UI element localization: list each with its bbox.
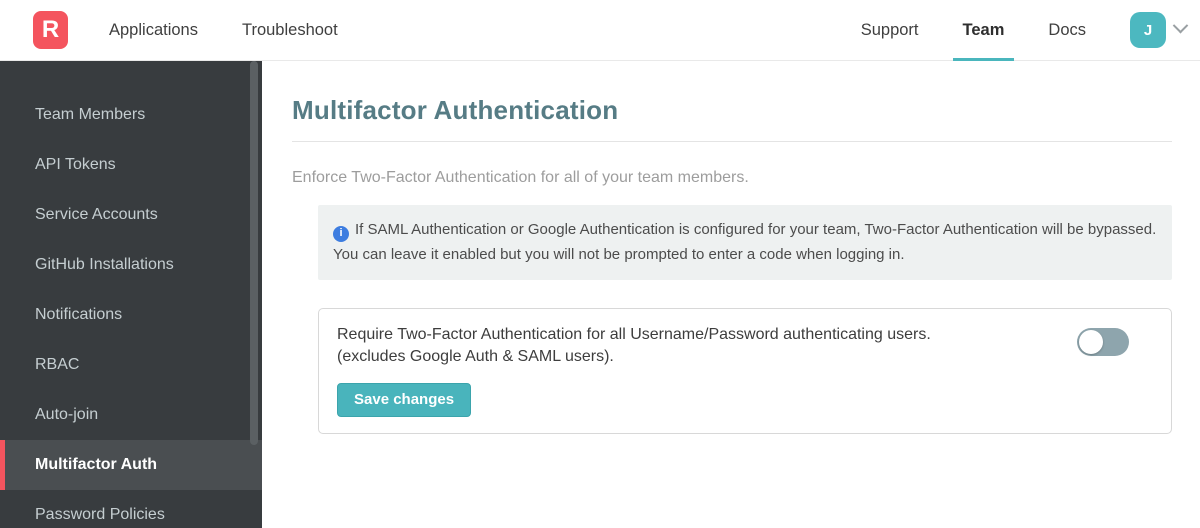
sidebar-item-notifications[interactable]: Notifications xyxy=(0,290,262,340)
nav-item-support[interactable]: Support xyxy=(861,0,919,61)
toggle-knob xyxy=(1079,330,1103,354)
save-changes-button[interactable]: Save changes xyxy=(337,383,472,417)
setting-label-line2: (excludes Google Auth & SAML users). xyxy=(337,348,614,365)
sidebar-item-rbac[interactable]: RBAC xyxy=(0,340,262,390)
page-description: Enforce Two-Factor Authentication for al… xyxy=(292,169,749,186)
team-settings-sidebar: Team Members API Tokens Service Accounts… xyxy=(0,61,262,528)
nav-item-team[interactable]: Team xyxy=(952,0,1015,61)
navbar-right: Support Team Docs J xyxy=(861,0,1200,61)
info-note-text: If SAML Authentication or Google Authent… xyxy=(333,221,1157,263)
sidebar-scrollbar[interactable] xyxy=(250,61,258,445)
two-factor-setting-label: Require Two-Factor Authentication for al… xyxy=(337,324,1153,368)
rollbar-logo-icon[interactable]: R xyxy=(33,11,68,49)
sidebar-item-auto-join[interactable]: Auto-join xyxy=(0,390,262,440)
navbar-left: R Applications Troubleshoot xyxy=(0,0,382,60)
nav-item-troubleshoot[interactable]: Troubleshoot xyxy=(242,0,338,61)
sidebar-item-api-tokens[interactable]: API Tokens xyxy=(0,140,262,190)
nav-item-applications[interactable]: Applications xyxy=(109,0,198,61)
sidebar-item-service-accounts[interactable]: Service Accounts xyxy=(0,190,262,240)
nav-item-docs[interactable]: Docs xyxy=(1048,0,1086,61)
saml-bypass-info-note: i If SAML Authentication or Google Authen… xyxy=(318,205,1172,280)
chevron-down-icon[interactable] xyxy=(1172,17,1189,33)
info-icon: i xyxy=(333,225,349,242)
sidebar-item-multifactor-auth[interactable]: Multifactor Auth xyxy=(0,440,262,490)
two-factor-setting-card: Require Two-Factor Authentication for al… xyxy=(318,308,1172,434)
app-window: R Applications Troubleshoot Support Team… xyxy=(0,0,1200,528)
sidebar-item-team-members[interactable]: Team Members xyxy=(0,90,262,140)
two-factor-toggle[interactable] xyxy=(1077,328,1129,356)
user-avatar[interactable]: J xyxy=(1130,12,1166,48)
setting-label-line1: Require Two-Factor Authentication for al… xyxy=(337,326,931,343)
sidebar-item-password-policies[interactable]: Password Policies xyxy=(0,490,262,528)
title-divider xyxy=(292,141,1172,142)
main-content: Multifactor Authentication Enforce Two-F… xyxy=(262,61,1200,528)
sidebar-item-github-installations[interactable]: GitHub Installations xyxy=(0,240,262,290)
top-navbar: R Applications Troubleshoot Support Team… xyxy=(0,0,1200,61)
page-title: Multifactor Authentication xyxy=(292,95,619,125)
